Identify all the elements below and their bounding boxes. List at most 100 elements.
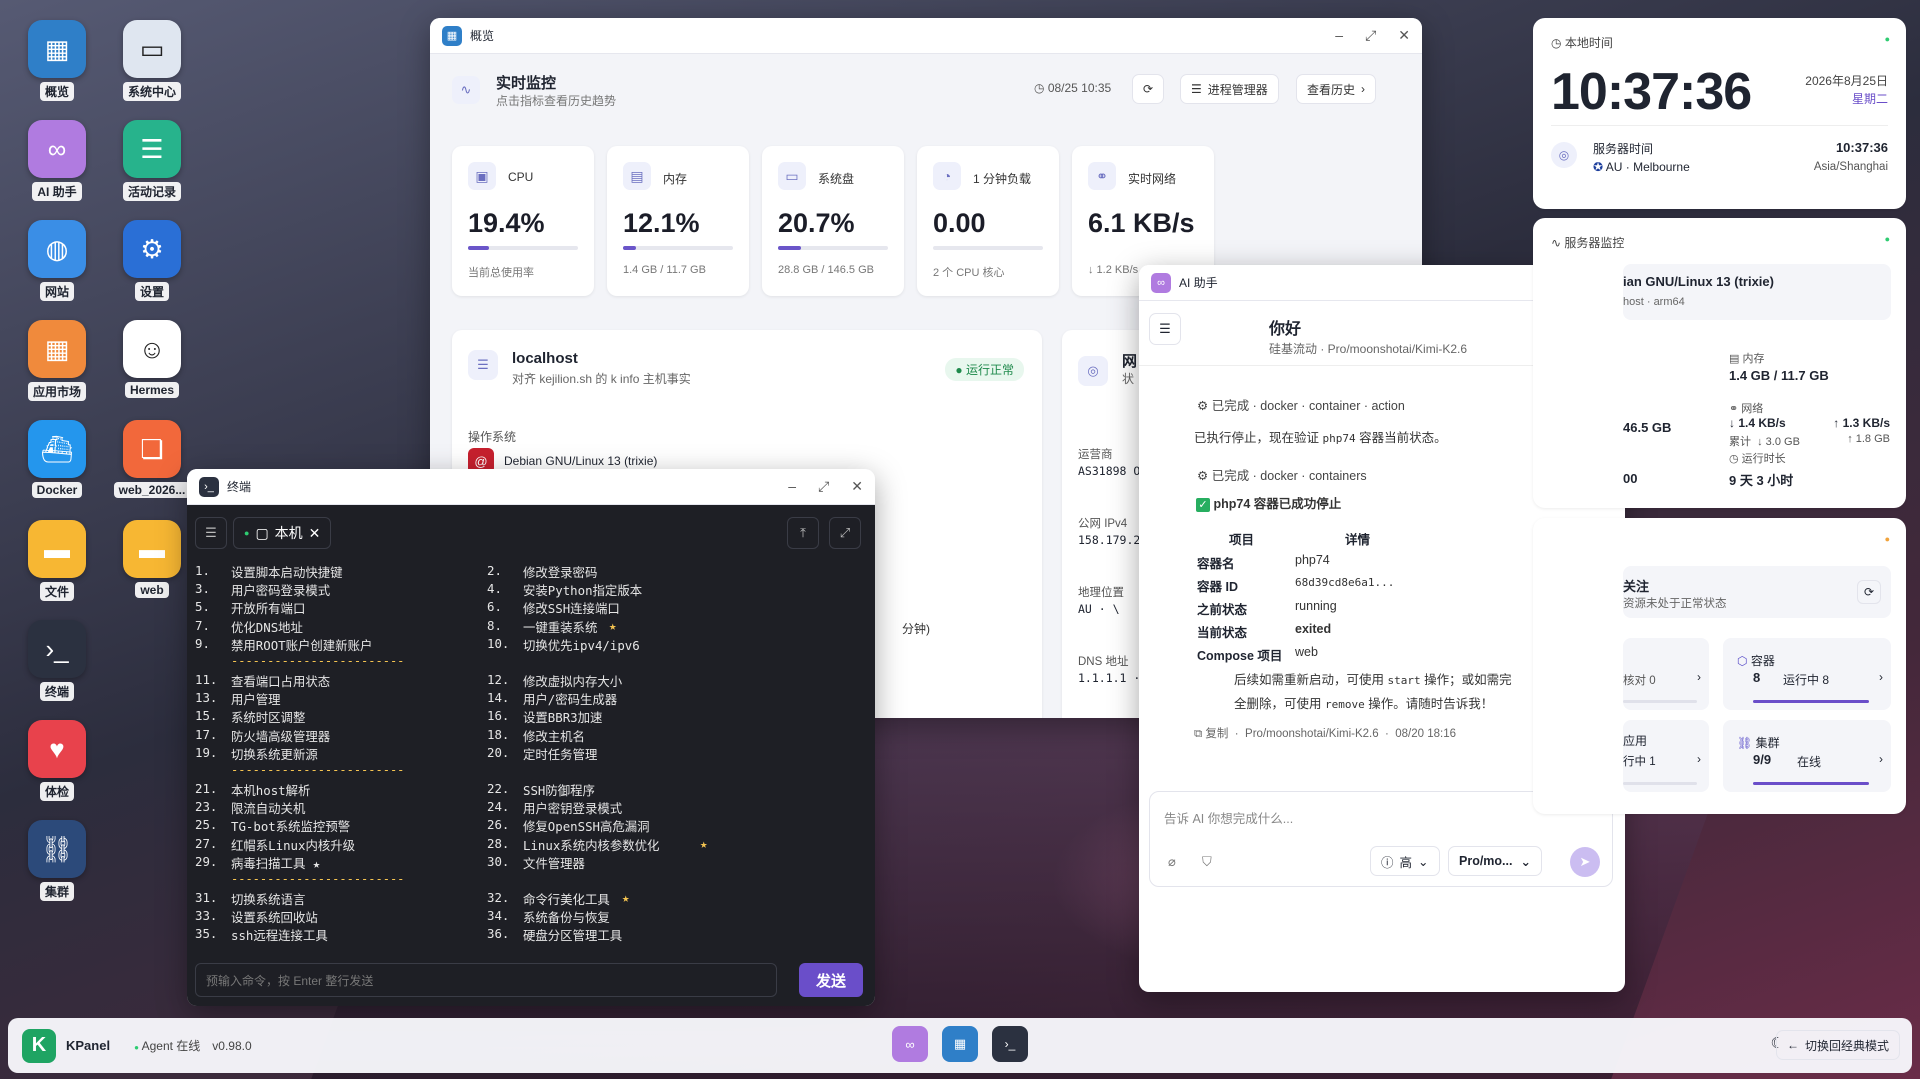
menu-item[interactable]: 病毒扫描工具 ★ [231,854,320,872]
kpanel-logo-icon[interactable]: K [22,1028,56,1063]
menu-item[interactable]: 系统备份与恢复 [523,908,610,926]
menu-item[interactable]: 用户密码登录模式 [231,581,330,599]
menu-item[interactable]: 修改登录密码 [523,563,597,581]
menu-item[interactable]: 文件管理器 [523,854,585,872]
metric-card-3[interactable]: ◔ 1 分钟负载 0.00 2 个 CPU 核心 [917,146,1059,296]
refresh-icon[interactable]: ⟳ [1857,580,1881,604]
menu-item[interactable]: 设置系统回收站 [231,908,318,926]
desktop-icon-10[interactable]: ▬ 文件 [17,520,97,604]
menu-item[interactable]: 修复OpenSSH高危漏洞 [523,817,650,835]
menu-item[interactable]: 优化DNS地址 [231,618,303,636]
close-icon[interactable]: ✕ [1398,27,1410,44]
server-os-box[interactable]: ian GNU/Linux 13 (trixie) host · arm64 [1623,264,1891,320]
view-history-button[interactable]: 查看历史 › [1296,74,1377,104]
scroll-top-button[interactable]: ⤒ [787,517,819,549]
metric-name: 1 分钟负载 [973,172,1032,186]
metric-card-1[interactable]: ▤ 内存 12.1% 1.4 GB / 11.7 GB [607,146,749,296]
menu-item[interactable]: 查看端口占用状态 [231,672,330,690]
desktop-icon-2[interactable]: ∞ AI 助手 [17,120,97,204]
model-select[interactable]: Pro/mo... ⌄ [1448,846,1542,876]
desktop-icon-1[interactable]: ▭ 系统中心 [112,20,192,104]
menu-item[interactable]: 切换系统更新源 [231,745,318,763]
menu-item[interactable]: 禁用ROOT账户创建新账户 [231,636,372,654]
process-manager-button[interactable]: ☰ 进程管理器 [1180,74,1279,104]
menu-item[interactable]: 系统时区调整 [231,708,305,726]
menu-item[interactable]: 开放所有端口 [231,599,305,617]
menu-item[interactable]: 防火墙高级管理器 [231,727,330,745]
classic-label: 切换回经典模式 [1804,1038,1889,1053]
app-fragment: 应用 [1623,734,1648,748]
reasoning-level-select[interactable]: ⓘ 高 ⌄ [1370,846,1440,876]
menu-item[interactable]: 硬盘分区管理工具 [523,926,622,944]
focus-card-cluster[interactable]: ⛓ 集群 9/9 在线 › [1723,720,1891,792]
menu-item[interactable]: 修改SSH连接端口 [523,599,620,617]
send-message-button[interactable]: ➤ [1570,847,1600,877]
command-input[interactable]: 预输入命令，按 Enter 整行发送 [195,963,777,997]
menu-item[interactable]: ssh远程连接工具 [231,926,328,944]
focus-card-app[interactable]: 应用 行中 1 › [1623,720,1709,792]
desktop-icon-0[interactable]: ▦ 概览 [17,20,97,104]
ai-menu-button[interactable]: ☰ [1149,313,1181,345]
menu-item[interactable]: 设置脚本启动快捷键 [231,563,343,581]
taskbar-overview[interactable]: ▦ [942,1026,978,1062]
desktop-icon-7[interactable]: ☺ Hermes [112,320,192,401]
menu-item[interactable]: 命令行美化工具 [523,890,610,908]
close-tab-icon[interactable]: ✕ [309,525,321,542]
metric-card-2[interactable]: ▭ 系统盘 20.7% 28.8 GB / 146.5 GB [762,146,904,296]
close-icon[interactable]: ✕ [851,478,863,495]
menu-item[interactable]: 用户管理 [231,690,281,708]
desktop-icon-12[interactable]: ›_ 终端 [17,620,97,704]
menu-item[interactable]: 一键重装系统 [523,618,597,636]
minimize-icon[interactable]: – [1335,27,1343,44]
focus-box[interactable]: 关注 资源未处于正常状态 ⟳ [1623,566,1891,618]
terminal-body[interactable]: ☰ ● ▢ 本机 ✕ ⤒ ⤢ 1. 设置脚本启动快捷键 2. 修改登录密码 3. 用户密码… [187,505,875,1006]
taskbar-ai-assistant[interactable]: ∞ [892,1026,928,1062]
desktop-icon-9[interactable]: ❏ web_2026... [112,420,192,501]
taskbar-terminal[interactable]: ›_ [992,1026,1028,1062]
gear-icon: ⚙ [123,220,181,278]
menu-item[interactable]: 修改虚拟内存大小 [523,672,622,690]
minimize-icon[interactable]: – [788,478,796,495]
desktop-icon-13[interactable]: ♥ 体检 [17,720,97,804]
menu-num: 8. [487,617,502,633]
menu-item[interactable]: 本机host解析 [231,781,310,799]
menu-item[interactable]: Linux系统内核参数优化 [523,836,659,854]
desktop-icon-8[interactable]: ⛴ Docker [17,420,97,501]
focus-card-container[interactable]: ⬡ 容器 8 运行中 8 › [1723,638,1891,710]
refresh-button[interactable]: ⟳ [1132,74,1164,104]
menu-item[interactable]: 定时任务管理 [523,745,597,763]
focus-card-check[interactable]: 核对 0 › [1623,638,1709,710]
desktop-icon-6[interactable]: ▦ 应用市场 [17,320,97,404]
menu-item[interactable]: 修改主机名 [523,727,585,745]
desktop-icon-3[interactable]: ☰ 活动记录 [112,120,192,204]
menu-item[interactable]: 红帽系Linux内核升级 [231,836,355,854]
fullscreen-button[interactable]: ⤢ [829,517,861,549]
terminal-titlebar[interactable]: ›_ 终端 – ⤢ ✕ [187,469,875,505]
menu-item[interactable]: 限流自动关机 [231,799,305,817]
maximize-icon[interactable]: ⤢ [1365,27,1376,44]
classic-mode-button[interactable]: ← 切换回经典模式 [1775,1030,1900,1060]
menu-item[interactable]: 用户/密码生成器 [523,690,617,708]
maximize-icon[interactable]: ⤢ [818,478,829,495]
desktop-icon-14[interactable]: ⛓ 集群 [17,820,97,904]
menu-num: 28. [487,835,510,851]
terminal-tab[interactable]: ● ▢ 本机 ✕ [233,517,332,549]
menu-item[interactable]: 切换系统语言 [231,890,305,908]
terminal-menu-button[interactable]: ☰ [195,517,227,549]
attach-icon[interactable]: ⌀ [1168,854,1176,870]
metric-card-0[interactable]: ▣ CPU 19.4% 当前总使用率 [452,146,594,296]
desktop-icon-4[interactable]: ◍ 网站 [17,220,97,304]
menu-item[interactable]: 设置BBR3加速 [523,708,602,726]
menu-item[interactable]: 安装Python指定版本 [523,581,642,599]
send-button[interactable]: 发送 [799,963,863,997]
menu-item[interactable]: SSH防御程序 [523,781,595,799]
shield-icon[interactable]: ⛉ [1202,854,1212,870]
menu-item[interactable]: 用户密钥登录模式 [523,799,622,817]
desktop-icon-11[interactable]: ▬ web [112,520,192,601]
menu-item[interactable]: 切换优先ipv4/ipv6 [523,636,640,654]
copy-button[interactable]: ⧉ 复制 [1194,728,1228,740]
overview-titlebar[interactable]: ▦ 概览 – ⤢ ✕ [430,18,1422,54]
menu-item[interactable]: TG-bot系统监控预警 [231,817,350,835]
desktop-icon-5[interactable]: ⚙ 设置 [112,220,192,304]
menu-num: 27. [195,835,218,851]
